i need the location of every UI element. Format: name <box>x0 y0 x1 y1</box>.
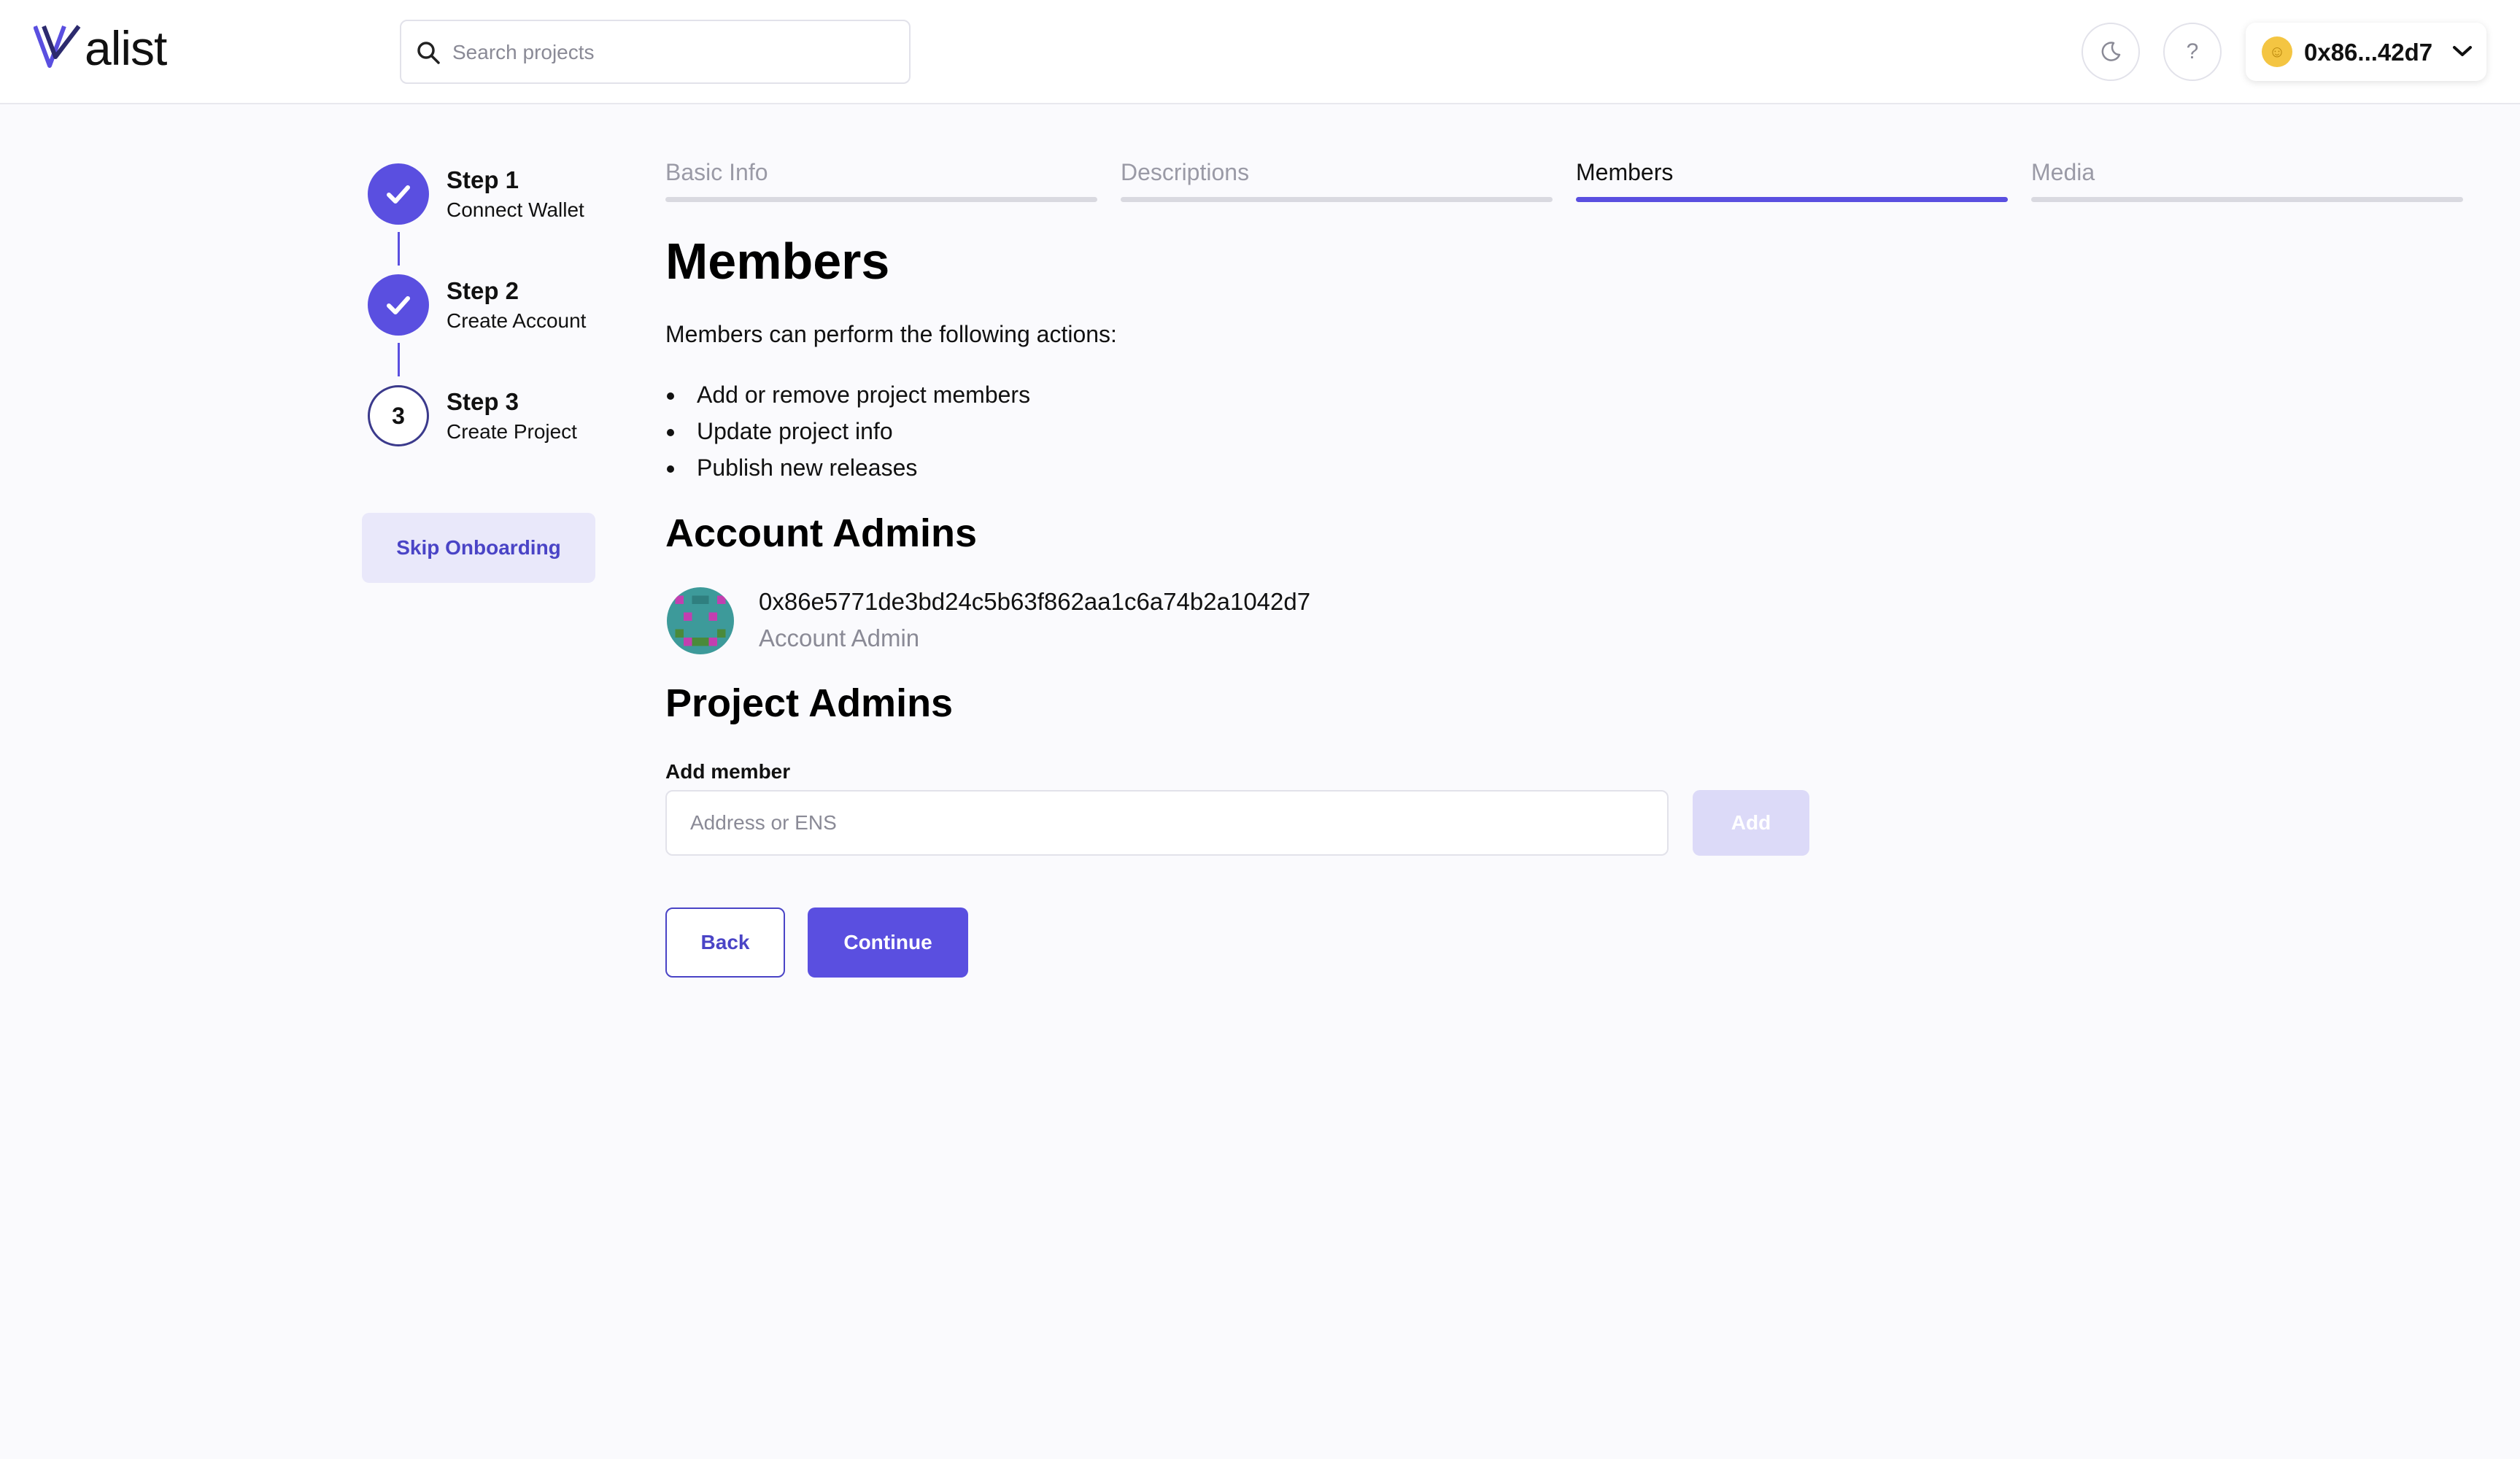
account-admins-heading: Account Admins <box>665 511 978 555</box>
tab-descriptions[interactable]: Descriptions <box>1121 159 1553 204</box>
search-icon <box>417 42 440 64</box>
wallet-menu-button[interactable]: ☺ 0x86...42d7 <box>2246 23 2486 81</box>
tab-media[interactable]: Media <box>2031 159 2463 204</box>
wallet-address: 0x86...42d7 <box>2304 39 2433 66</box>
tab-indicator <box>1576 197 2008 202</box>
page-title: Members <box>665 233 890 290</box>
tab-members[interactable]: Members <box>1576 159 2008 204</box>
tab-label: Descriptions <box>1121 159 1250 185</box>
admin-role: Account Admin <box>759 624 920 651</box>
tab-label: Basic Info <box>665 159 768 185</box>
search-input[interactable] <box>452 33 890 72</box>
add-member-label: Add member <box>665 760 791 783</box>
help-button[interactable]: ? <box>2163 23 2222 81</box>
list-item: Publish new releases <box>665 452 1030 489</box>
admin-address: 0x86e5771de3bd24c5b63f862aa1c6a74b2a1042… <box>759 588 1311 615</box>
valist-logo[interactable]: alist <box>34 20 179 75</box>
tab-label: Members <box>1576 159 1674 185</box>
step-3-title: Step 3 <box>447 388 519 415</box>
back-button[interactable]: Back <box>665 907 785 978</box>
step-1-check-icon <box>368 163 429 225</box>
moon-icon <box>2101 42 2121 61</box>
add-member-button[interactable]: Add <box>1693 790 1809 856</box>
member-actions-list: Add or remove project members Update pro… <box>665 379 1030 489</box>
search-box[interactable] <box>400 20 911 84</box>
step-connector <box>398 232 400 266</box>
members-intro-text: Members can perform the following action… <box>665 321 1117 347</box>
step-1-subtitle: Connect Wallet <box>447 198 584 221</box>
step-2-check-icon <box>368 274 429 336</box>
tab-basic-info[interactable]: Basic Info <box>665 159 1097 204</box>
step-1-title: Step 1 <box>447 166 519 193</box>
theme-toggle-button[interactable] <box>2082 23 2140 81</box>
tab-indicator <box>1121 197 1553 202</box>
add-member-input[interactable] <box>665 790 1669 856</box>
list-item: Update project info <box>665 416 1030 452</box>
step-3-number: 3 <box>368 385 429 446</box>
project-admins-heading: Project Admins <box>665 681 954 725</box>
chevron-down-icon <box>2453 46 2472 56</box>
logo-text: alist <box>85 21 167 75</box>
wallet-avatar-icon: ☺ <box>2262 36 2292 67</box>
step-3-subtitle: Create Project <box>447 420 577 443</box>
step-2-subtitle: Create Account <box>447 309 587 332</box>
tab-indicator <box>2031 197 2463 202</box>
tab-indicator <box>665 197 1097 202</box>
skip-onboarding-button[interactable]: Skip Onboarding <box>362 513 595 583</box>
admin-avatar <box>667 587 734 654</box>
top-header: alist ? ☺ 0x86...42d7 <box>0 0 2520 104</box>
list-item: Add or remove project members <box>665 379 1030 416</box>
tab-label: Media <box>2031 159 2095 185</box>
continue-button[interactable]: Continue <box>808 907 968 978</box>
step-connector <box>398 343 400 376</box>
valist-v-logo-icon <box>34 25 81 68</box>
step-2-title: Step 2 <box>447 277 519 304</box>
help-icon: ? <box>2186 39 2199 63</box>
